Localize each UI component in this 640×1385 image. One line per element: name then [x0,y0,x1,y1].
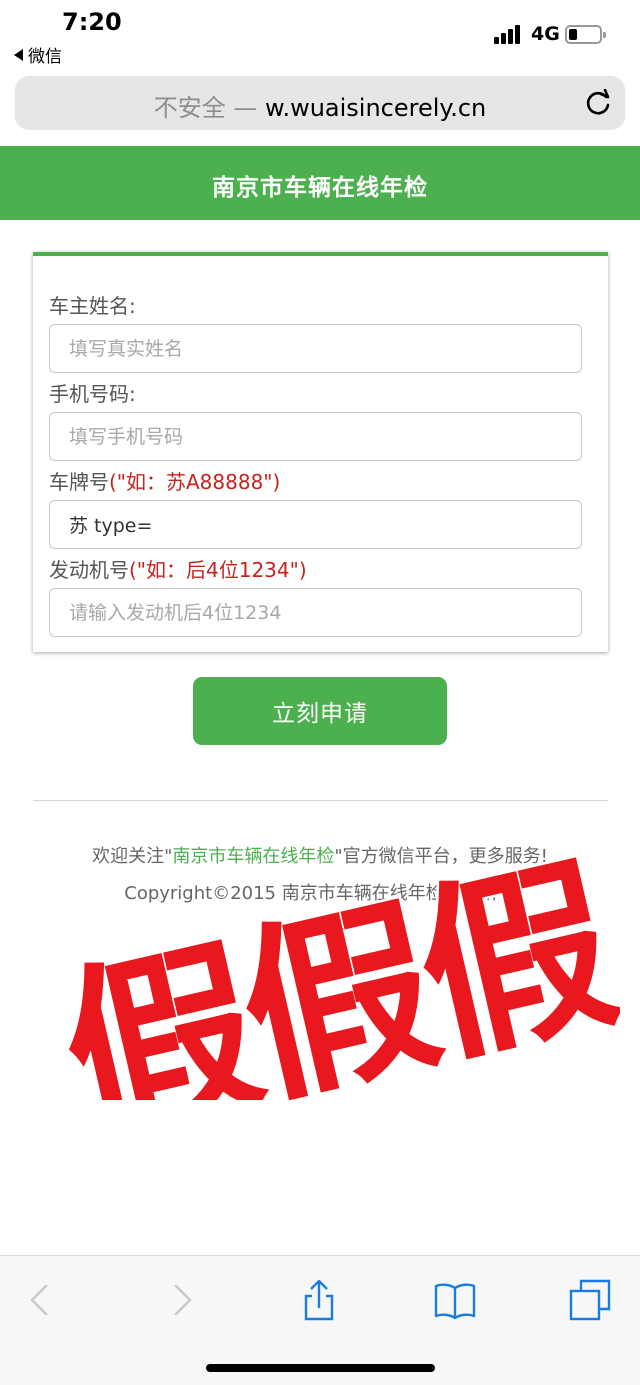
back-triangle-icon [14,49,23,61]
status-time: 7:20 [62,8,122,36]
address-text: 不安全 — w.wuaisincerely.cn [15,88,625,123]
reload-icon[interactable] [584,89,612,117]
submit-button[interactable]: 立刻申请 [193,677,447,745]
bookmarks-icon[interactable] [433,1278,477,1322]
app-header: 南京市车辆在线年检 [0,146,640,220]
tabs-icon[interactable] [568,1278,612,1322]
owner-name-input[interactable] [49,324,582,373]
engine-number-input[interactable] [49,588,582,637]
plate-label: 车牌号("如：苏A88888") [49,466,280,495]
page-title: 南京市车辆在线年检 [212,175,428,201]
fake-stamp-overlay: 假假假 [42,830,620,1100]
fake-stamp-text: 假假假 [45,833,620,1100]
status-bar: 7:20 微信 4G [0,0,640,68]
battery-icon [565,25,606,44]
forward-icon[interactable] [160,1278,204,1322]
engine-label: 发动机号("如：后4位1234") [49,554,307,583]
address-bar[interactable]: 不安全 — w.wuaisincerely.cn [15,76,625,130]
network-type: 4G [531,23,560,45]
application-form: 车主姓名: 手机号码: 车牌号("如：苏A88888") 发动机号("如：后4位… [33,252,608,652]
divider [33,800,608,801]
home-indicator[interactable] [206,1364,435,1372]
share-icon[interactable] [297,1278,341,1322]
plate-input[interactable] [49,500,582,549]
insecure-label: 不安全 — [153,94,258,122]
plate-hint: ("如：苏A88888") [109,470,281,494]
owner-name-label: 车主姓名: [49,294,136,318]
phone-label: 手机号码: [49,382,136,406]
url-domain: w.wuaisincerely.cn [265,94,487,122]
plate-label-text: 车牌号 [49,470,109,494]
engine-hint: ("如：后4位1234") [129,558,307,582]
back-to-app-link[interactable]: 微信 [14,42,62,67]
engine-label-text: 发动机号 [49,558,129,582]
phone-input[interactable] [49,412,582,461]
back-app-label: 微信 [28,47,62,67]
signal-strength-icon [494,24,524,44]
back-icon[interactable] [18,1278,62,1322]
